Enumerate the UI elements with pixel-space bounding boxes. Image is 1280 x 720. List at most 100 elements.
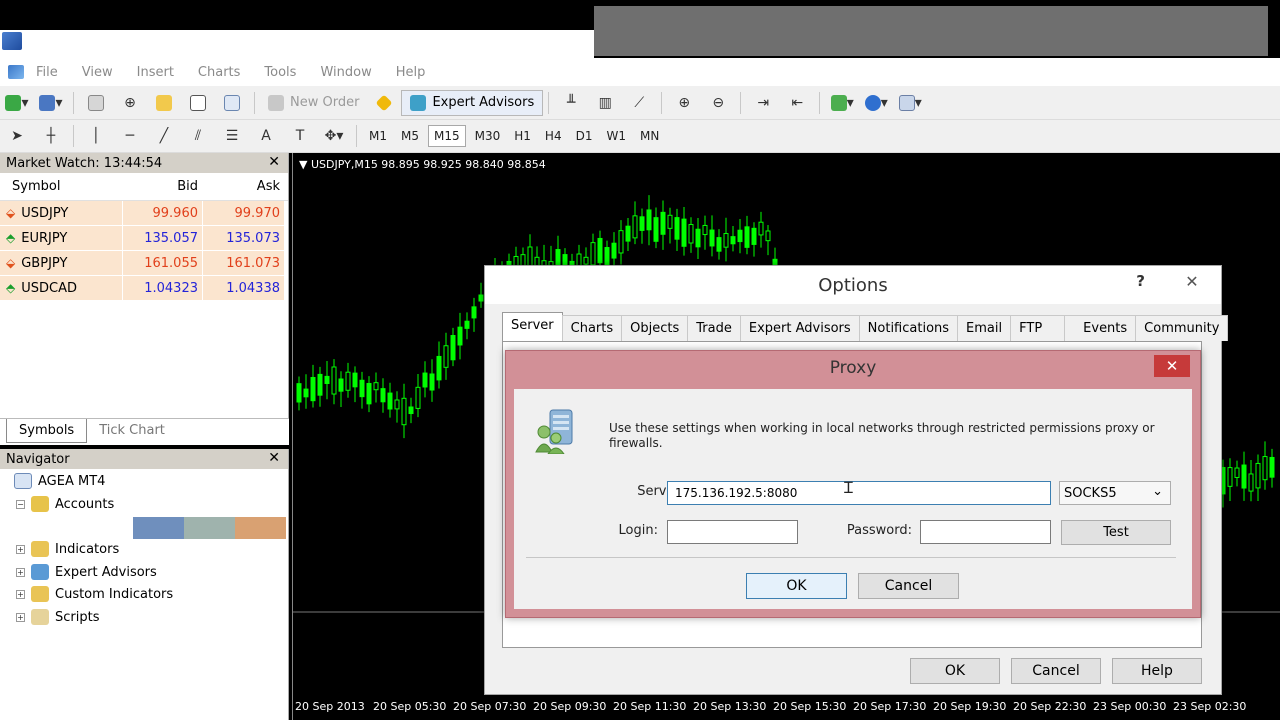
tab-expert-advisors[interactable]: Expert Advisors xyxy=(739,315,860,341)
proxy-ok-button[interactable]: OK xyxy=(746,573,847,599)
templates-icon[interactable]: ▾ xyxy=(896,90,924,116)
options-ok-button[interactable]: OK xyxy=(910,658,1000,684)
line-chart-icon[interactable]: ⟋ xyxy=(625,90,653,116)
metaeditor-icon[interactable] xyxy=(370,90,398,116)
timeframe-m30[interactable]: M30 xyxy=(470,126,506,146)
toolbar-separator xyxy=(73,125,74,147)
menu-file[interactable]: File xyxy=(36,65,58,80)
login-input[interactable] xyxy=(667,520,798,544)
timeframe-mn[interactable]: MN xyxy=(635,126,664,146)
column-header-bid[interactable]: Bid xyxy=(122,179,202,194)
trendline-icon[interactable]: ╱ xyxy=(150,123,178,149)
tab-charts[interactable]: Charts xyxy=(561,315,623,341)
nav-indicators[interactable]: + Indicators xyxy=(16,541,119,557)
tab-ftp[interactable]: FTP xyxy=(1010,315,1066,341)
nav-custom-indicators-label: Custom Indicators xyxy=(55,586,174,602)
tab-events[interactable]: Events xyxy=(1064,315,1137,341)
app-menu-icon[interactable] xyxy=(8,65,24,79)
market-watch-row[interactable]: ⬘ USDCAD 1.04323 1.04338 xyxy=(0,276,288,301)
market-watch-row[interactable]: ⬘ EURJPY 135.057 135.073 xyxy=(0,226,288,251)
market-watch-toggle-icon[interactable] xyxy=(82,90,110,116)
tab-objects[interactable]: Objects xyxy=(621,315,689,341)
collapse-icon[interactable]: − xyxy=(16,499,25,509)
expert-advisors-button[interactable]: Expert Advisors xyxy=(401,89,544,116)
menu-charts[interactable]: Charts xyxy=(198,65,241,80)
close-icon[interactable]: ✕ xyxy=(1154,355,1190,377)
expand-icon[interactable]: + xyxy=(16,612,25,622)
tab-community[interactable]: Community xyxy=(1135,315,1229,341)
menu-tools[interactable]: Tools xyxy=(264,65,296,80)
tab-server[interactable]: Server xyxy=(502,312,563,341)
tab-trade[interactable]: Trade xyxy=(687,315,741,341)
proxy-type-select[interactable]: SOCKS5 ⌄ xyxy=(1059,481,1171,505)
expand-icon[interactable]: + xyxy=(16,544,25,554)
candlestick-icon[interactable]: ▥ xyxy=(591,90,619,116)
cursor-icon[interactable]: ➤ xyxy=(3,123,31,149)
column-header-symbol[interactable]: Symbol xyxy=(0,179,122,194)
data-window-icon[interactable]: ⊕ xyxy=(116,90,144,116)
profiles-icon[interactable]: ▾ xyxy=(37,90,65,116)
timeframe-h1[interactable]: H1 xyxy=(509,126,536,146)
new-order-button[interactable]: New Order xyxy=(260,90,367,116)
server-input[interactable]: 175.136.192.5:8080 xyxy=(667,481,1051,505)
nav-accounts[interactable]: − Accounts xyxy=(16,496,114,512)
timeframe-w1[interactable]: W1 xyxy=(601,126,631,146)
strategy-tester-icon[interactable] xyxy=(218,90,246,116)
custom-indicators-icon xyxy=(31,586,49,602)
timeframe-m5[interactable]: M5 xyxy=(396,126,424,146)
nav-scripts[interactable]: + Scripts xyxy=(16,609,99,625)
login-label: Login: xyxy=(618,523,658,538)
options-cancel-button[interactable]: Cancel xyxy=(1011,658,1101,684)
nav-root[interactable]: AGEA MT4 xyxy=(14,473,105,489)
options-help-button[interactable]: Help xyxy=(1112,658,1202,684)
nav-custom-indicators[interactable]: + Custom Indicators xyxy=(16,586,173,602)
market-watch-row[interactable]: ⬙ USDJPY 99.960 99.970 xyxy=(0,201,288,226)
text-label-icon[interactable]: T xyxy=(286,123,314,149)
arrow-down-icon: ⬙ xyxy=(6,206,16,220)
candle-body xyxy=(310,376,316,402)
candle-body xyxy=(352,372,358,388)
vertical-line-icon[interactable]: │ xyxy=(82,123,110,149)
column-header-ask[interactable]: Ask xyxy=(202,179,284,194)
nav-expert-advisors[interactable]: + Expert Advisors xyxy=(16,564,157,580)
chart-shift-icon[interactable]: ⇤ xyxy=(783,90,811,116)
navigator-toggle-icon[interactable] xyxy=(150,90,178,116)
test-button[interactable]: Test xyxy=(1061,520,1171,545)
expand-icon[interactable]: + xyxy=(16,567,25,577)
menu-insert[interactable]: Insert xyxy=(137,65,174,80)
timeframe-m15[interactable]: M15 xyxy=(428,125,466,147)
bar-chart-icon[interactable]: ╨ xyxy=(557,90,585,116)
help-icon[interactable]: ? xyxy=(1136,272,1145,290)
close-icon[interactable]: ✕ xyxy=(268,154,280,170)
arrows-icon[interactable]: ✥▾ xyxy=(320,123,348,149)
tab-email[interactable]: Email xyxy=(957,315,1012,341)
periods-icon[interactable]: ▾ xyxy=(862,90,890,116)
tab-symbols[interactable]: Symbols xyxy=(6,419,88,443)
auto-scroll-icon[interactable]: ⇥ xyxy=(749,90,777,116)
close-icon[interactable]: ✕ xyxy=(268,450,280,466)
menu-view[interactable]: View xyxy=(82,65,113,80)
zoom-out-icon[interactable]: ⊖ xyxy=(704,90,732,116)
menu-window[interactable]: Window xyxy=(320,65,371,80)
timeframe-m1[interactable]: M1 xyxy=(364,126,392,146)
channel-icon[interactable]: ⫽ xyxy=(184,123,212,149)
indicators-icon[interactable]: ▾ xyxy=(828,90,856,116)
horizontal-line-icon[interactable]: ─ xyxy=(116,123,144,149)
zoom-in-icon[interactable]: ⊕ xyxy=(670,90,698,116)
new-chart-icon[interactable]: ▾ xyxy=(3,90,31,116)
terminal-toggle-icon[interactable] xyxy=(184,90,212,116)
tab-tick-chart[interactable]: Tick Chart xyxy=(87,419,177,443)
account-entry[interactable] xyxy=(133,517,286,539)
tab-notifications[interactable]: Notifications xyxy=(858,315,959,341)
menu-help[interactable]: Help xyxy=(396,65,426,80)
text-icon[interactable]: A xyxy=(252,123,280,149)
crosshair-icon[interactable]: ┼ xyxy=(37,123,65,149)
timeframe-d1[interactable]: D1 xyxy=(571,126,598,146)
market-watch-row[interactable]: ⬙ GBPJPY 161.055 161.073 xyxy=(0,251,288,276)
expand-icon[interactable]: + xyxy=(16,589,25,599)
proxy-cancel-button[interactable]: Cancel xyxy=(858,573,959,599)
fibonacci-icon[interactable]: ☰ xyxy=(218,123,246,149)
close-icon[interactable]: ✕ xyxy=(1169,270,1215,294)
timeframe-h4[interactable]: H4 xyxy=(540,126,567,146)
password-input[interactable] xyxy=(920,520,1051,544)
